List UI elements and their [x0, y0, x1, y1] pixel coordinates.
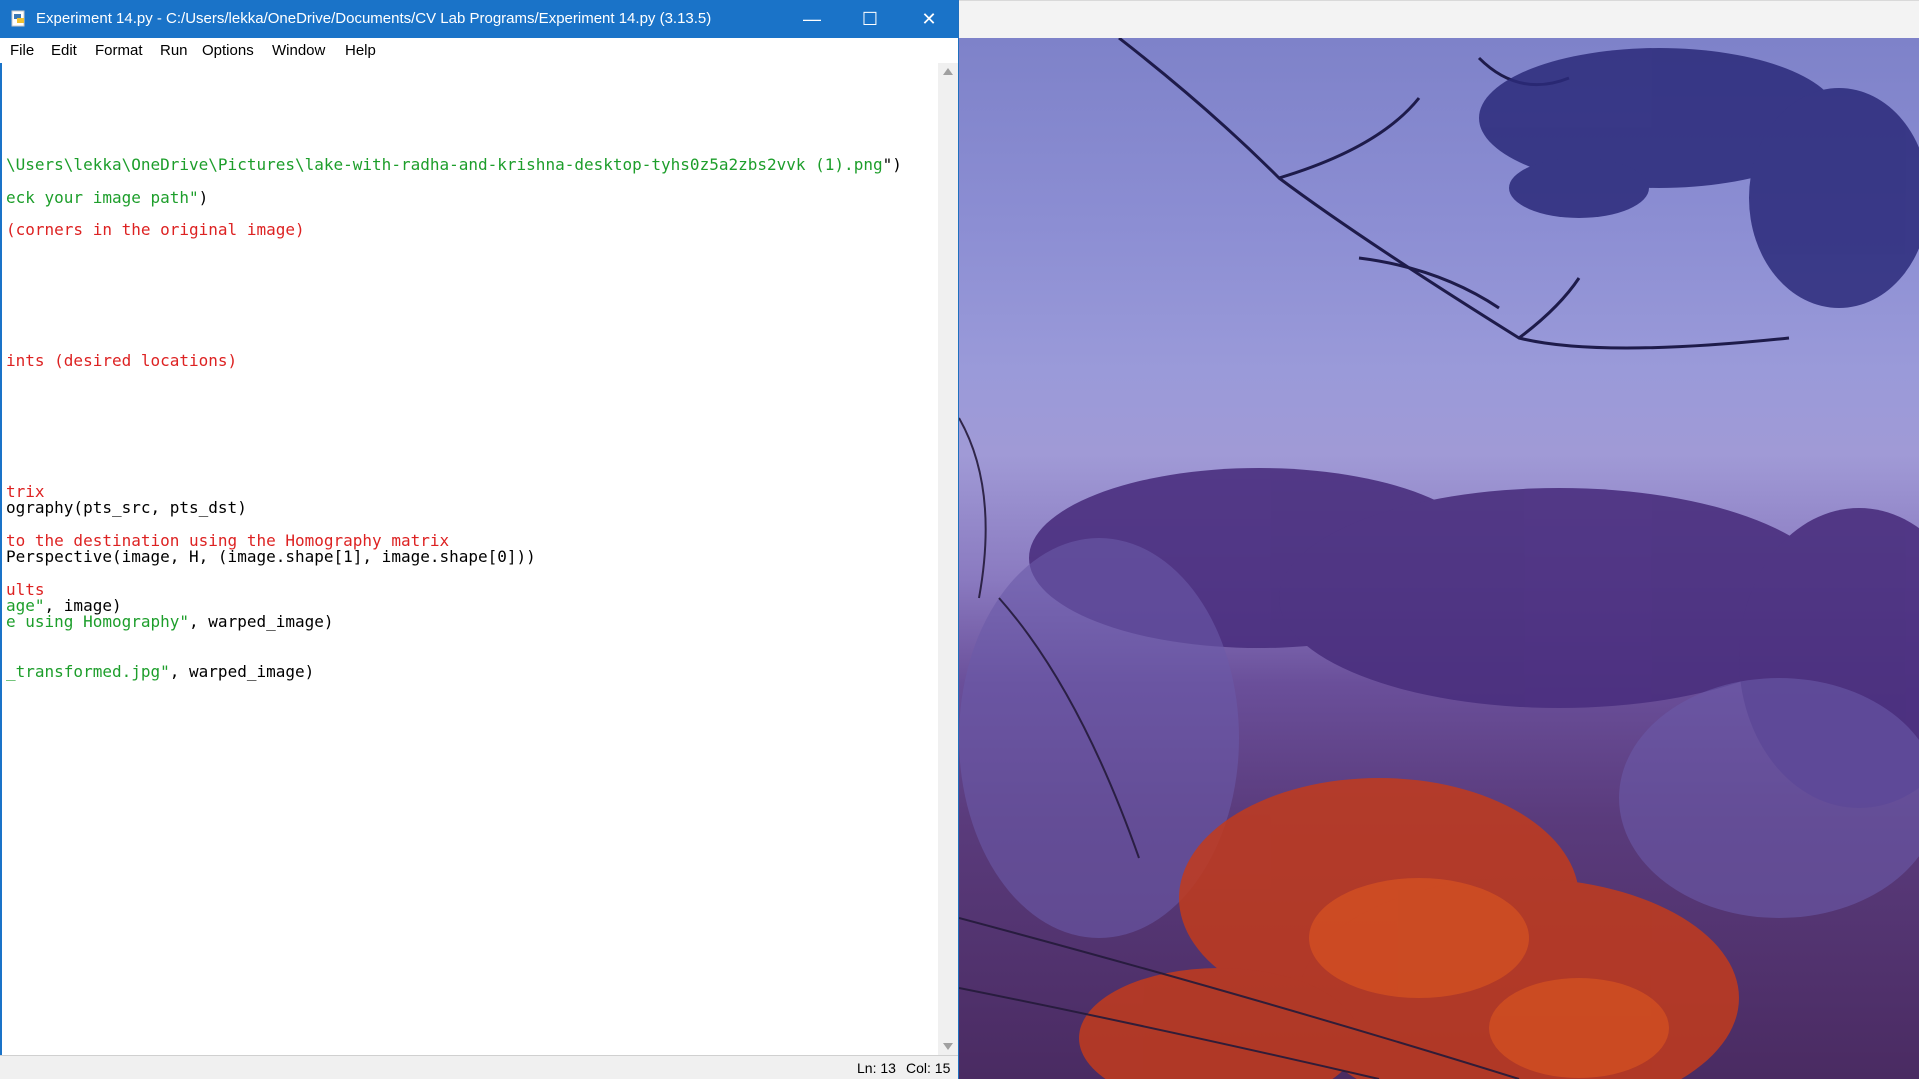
- menu-run[interactable]: Run: [160, 42, 188, 59]
- column-number: Col: 15: [906, 1060, 951, 1076]
- code-line: Perspective(image, H, (image.shape[1], i…: [6, 547, 536, 567]
- close-button[interactable]: ✕: [900, 0, 958, 38]
- code-token: ography(pts_src, pts_dst): [6, 498, 247, 517]
- window-titlebar[interactable]: Experiment 14.py - C:/Users/lekka/OneDri…: [0, 0, 958, 38]
- code-token: , warped_image): [169, 662, 315, 681]
- code-line: e using Homography", warped_image): [6, 612, 334, 632]
- menu-format[interactable]: Format: [95, 42, 143, 59]
- idle-editor-window: Experiment 14.py - C:/Users/lekka/OneDri…: [0, 0, 959, 1079]
- code-editor[interactable]: \Users\lekka\OneDrive\Pictures\lake-with…: [0, 63, 938, 1055]
- maximize-icon: ☐: [861, 8, 879, 29]
- code-token: , warped_image): [189, 612, 334, 631]
- displayed-image: [959, 38, 1919, 1079]
- status-bar: Ln: 13 Col: 15: [0, 1055, 958, 1079]
- python-file-icon: [11, 10, 25, 27]
- code-token: "): [882, 155, 902, 174]
- code-line: ography(pts_src, pts_dst): [6, 498, 247, 518]
- menu-file[interactable]: File: [10, 42, 34, 59]
- menu-options[interactable]: Options: [202, 42, 254, 59]
- string-token: \Users\lekka\OneDrive\Pictures\lake-with…: [6, 155, 883, 174]
- scroll-down-icon[interactable]: [943, 1043, 953, 1050]
- window-title: Experiment 14.py - C:/Users/lekka/OneDri…: [36, 10, 712, 27]
- close-icon: ✕: [921, 8, 937, 29]
- string-token: eck your image path": [6, 188, 199, 207]
- minimize-button[interactable]: —: [783, 0, 841, 38]
- line-number: Ln: 13: [857, 1060, 896, 1076]
- menu-bar: File Edit Format Run Options Window Help: [0, 38, 958, 63]
- code-line: (corners in the original image): [6, 220, 305, 240]
- code-token: ): [198, 188, 209, 207]
- minimize-icon: —: [803, 8, 821, 29]
- code-line: eck your image path"): [6, 188, 208, 208]
- menu-edit[interactable]: Edit: [51, 42, 77, 59]
- code-token: Perspective(image, H, (image.shape[1], i…: [6, 547, 536, 566]
- image-window-titlebar[interactable]: [959, 0, 1919, 39]
- string-token: e using Homography": [6, 612, 190, 631]
- menu-help[interactable]: Help: [345, 42, 376, 59]
- comment-token: (corners in the original image): [6, 220, 305, 239]
- menu-window[interactable]: Window: [272, 42, 325, 59]
- string-token: _transformed.jpg": [6, 662, 170, 681]
- photo-branches: [959, 38, 1919, 1079]
- code-line: \Users\lekka\OneDrive\Pictures\lake-with…: [6, 155, 902, 175]
- vertical-scrollbar[interactable]: [938, 63, 958, 1055]
- comment-token: ints (desired locations): [6, 351, 238, 370]
- code-line: ints (desired locations): [6, 351, 237, 371]
- code-line: _transformed.jpg", warped_image): [6, 662, 314, 682]
- image-window: [959, 0, 1919, 1079]
- maximize-button[interactable]: ☐: [841, 0, 899, 38]
- scroll-up-icon[interactable]: [943, 68, 953, 75]
